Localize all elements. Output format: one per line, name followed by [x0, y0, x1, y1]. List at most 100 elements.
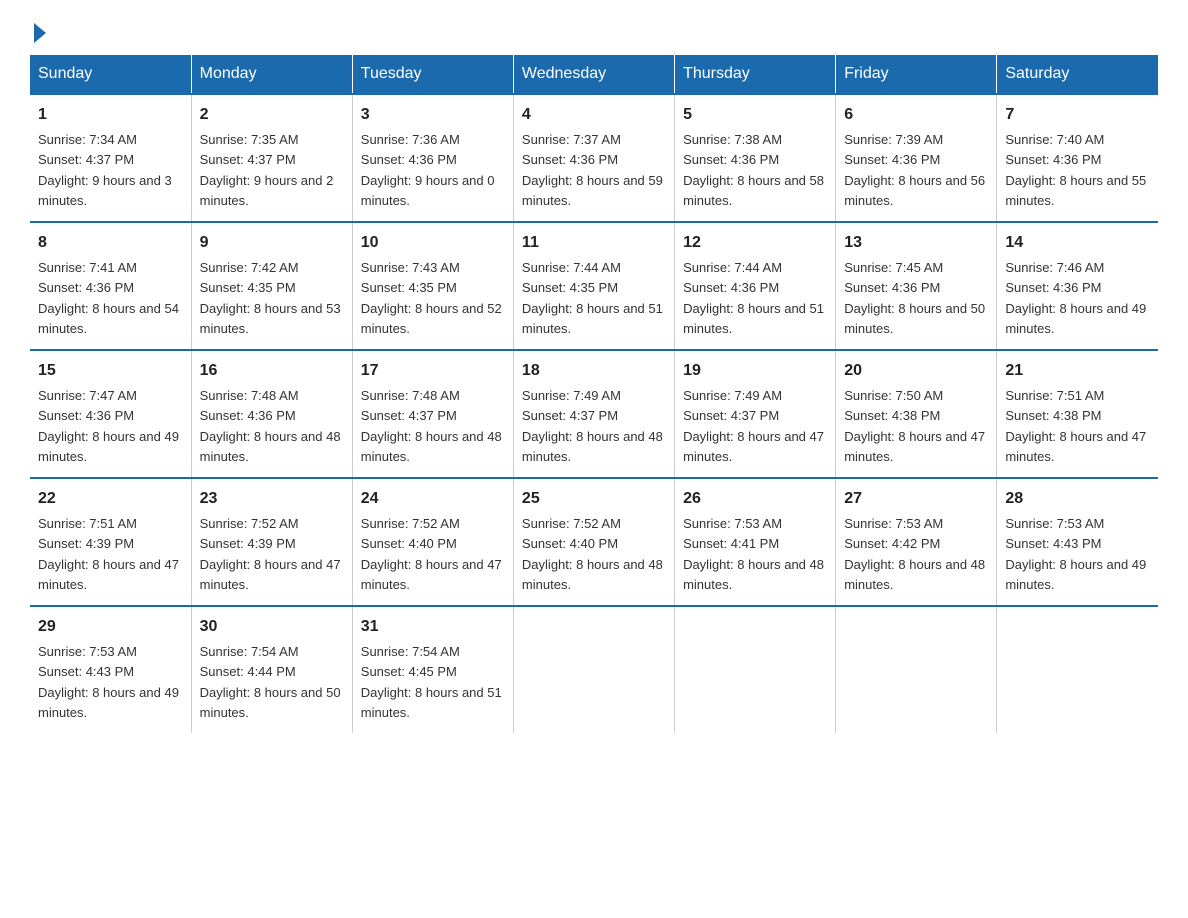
day-info: Sunrise: 7:35 AMSunset: 4:37 PMDaylight:…: [200, 132, 334, 208]
day-number: 2: [200, 103, 344, 127]
day-number: 17: [361, 359, 505, 383]
calendar-week-row: 8 Sunrise: 7:41 AMSunset: 4:36 PMDayligh…: [30, 222, 1158, 350]
day-number: 22: [38, 487, 183, 511]
day-info: Sunrise: 7:50 AMSunset: 4:38 PMDaylight:…: [844, 388, 985, 464]
calendar-cell: 10 Sunrise: 7:43 AMSunset: 4:35 PMDaylig…: [352, 222, 513, 350]
day-info: Sunrise: 7:53 AMSunset: 4:42 PMDaylight:…: [844, 516, 985, 592]
calendar-cell: 29 Sunrise: 7:53 AMSunset: 4:43 PMDaylig…: [30, 606, 191, 733]
day-info: Sunrise: 7:46 AMSunset: 4:36 PMDaylight:…: [1005, 260, 1146, 336]
calendar-cell: 22 Sunrise: 7:51 AMSunset: 4:39 PMDaylig…: [30, 478, 191, 606]
day-info: Sunrise: 7:52 AMSunset: 4:40 PMDaylight:…: [361, 516, 502, 592]
day-info: Sunrise: 7:44 AMSunset: 4:35 PMDaylight:…: [522, 260, 663, 336]
calendar-header-friday: Friday: [836, 55, 997, 94]
calendar-cell: 25 Sunrise: 7:52 AMSunset: 4:40 PMDaylig…: [513, 478, 674, 606]
calendar-header-tuesday: Tuesday: [352, 55, 513, 94]
day-number: 6: [844, 103, 988, 127]
day-info: Sunrise: 7:49 AMSunset: 4:37 PMDaylight:…: [522, 388, 663, 464]
calendar-week-row: 29 Sunrise: 7:53 AMSunset: 4:43 PMDaylig…: [30, 606, 1158, 733]
day-info: Sunrise: 7:52 AMSunset: 4:40 PMDaylight:…: [522, 516, 663, 592]
day-number: 25: [522, 487, 666, 511]
calendar-cell: 20 Sunrise: 7:50 AMSunset: 4:38 PMDaylig…: [836, 350, 997, 478]
day-info: Sunrise: 7:39 AMSunset: 4:36 PMDaylight:…: [844, 132, 985, 208]
calendar-cell: 26 Sunrise: 7:53 AMSunset: 4:41 PMDaylig…: [675, 478, 836, 606]
day-number: 16: [200, 359, 344, 383]
day-info: Sunrise: 7:52 AMSunset: 4:39 PMDaylight:…: [200, 516, 341, 592]
calendar-cell: 7 Sunrise: 7:40 AMSunset: 4:36 PMDayligh…: [997, 94, 1158, 222]
day-number: 27: [844, 487, 988, 511]
calendar-cell: 14 Sunrise: 7:46 AMSunset: 4:36 PMDaylig…: [997, 222, 1158, 350]
calendar-cell: [836, 606, 997, 733]
day-number: 19: [683, 359, 827, 383]
day-number: 18: [522, 359, 666, 383]
day-number: 8: [38, 231, 183, 255]
logo: [30, 20, 46, 45]
calendar-cell: 16 Sunrise: 7:48 AMSunset: 4:36 PMDaylig…: [191, 350, 352, 478]
calendar-header-wednesday: Wednesday: [513, 55, 674, 94]
day-info: Sunrise: 7:40 AMSunset: 4:36 PMDaylight:…: [1005, 132, 1146, 208]
calendar-cell: 19 Sunrise: 7:49 AMSunset: 4:37 PMDaylig…: [675, 350, 836, 478]
day-info: Sunrise: 7:38 AMSunset: 4:36 PMDaylight:…: [683, 132, 824, 208]
day-number: 12: [683, 231, 827, 255]
page-header: [30, 20, 1158, 45]
day-info: Sunrise: 7:42 AMSunset: 4:35 PMDaylight:…: [200, 260, 341, 336]
day-number: 13: [844, 231, 988, 255]
day-number: 14: [1005, 231, 1150, 255]
day-info: Sunrise: 7:51 AMSunset: 4:39 PMDaylight:…: [38, 516, 179, 592]
day-number: 24: [361, 487, 505, 511]
calendar-cell: 3 Sunrise: 7:36 AMSunset: 4:36 PMDayligh…: [352, 94, 513, 222]
day-number: 26: [683, 487, 827, 511]
day-info: Sunrise: 7:37 AMSunset: 4:36 PMDaylight:…: [522, 132, 663, 208]
calendar-week-row: 15 Sunrise: 7:47 AMSunset: 4:36 PMDaylig…: [30, 350, 1158, 478]
calendar-cell: 1 Sunrise: 7:34 AMSunset: 4:37 PMDayligh…: [30, 94, 191, 222]
day-number: 23: [200, 487, 344, 511]
day-info: Sunrise: 7:48 AMSunset: 4:36 PMDaylight:…: [200, 388, 341, 464]
calendar-week-row: 1 Sunrise: 7:34 AMSunset: 4:37 PMDayligh…: [30, 94, 1158, 222]
day-info: Sunrise: 7:41 AMSunset: 4:36 PMDaylight:…: [38, 260, 179, 336]
calendar-cell: 24 Sunrise: 7:52 AMSunset: 4:40 PMDaylig…: [352, 478, 513, 606]
day-number: 28: [1005, 487, 1150, 511]
calendar-cell: 6 Sunrise: 7:39 AMSunset: 4:36 PMDayligh…: [836, 94, 997, 222]
day-number: 20: [844, 359, 988, 383]
day-number: 9: [200, 231, 344, 255]
calendar-header-monday: Monday: [191, 55, 352, 94]
calendar-cell: 12 Sunrise: 7:44 AMSunset: 4:36 PMDaylig…: [675, 222, 836, 350]
day-number: 21: [1005, 359, 1150, 383]
day-info: Sunrise: 7:54 AMSunset: 4:44 PMDaylight:…: [200, 644, 341, 720]
calendar-cell: 2 Sunrise: 7:35 AMSunset: 4:37 PMDayligh…: [191, 94, 352, 222]
day-number: 30: [200, 615, 344, 639]
day-info: Sunrise: 7:53 AMSunset: 4:43 PMDaylight:…: [38, 644, 179, 720]
calendar-cell: 21 Sunrise: 7:51 AMSunset: 4:38 PMDaylig…: [997, 350, 1158, 478]
calendar-header-saturday: Saturday: [997, 55, 1158, 94]
calendar-cell: 8 Sunrise: 7:41 AMSunset: 4:36 PMDayligh…: [30, 222, 191, 350]
calendar-cell: 11 Sunrise: 7:44 AMSunset: 4:35 PMDaylig…: [513, 222, 674, 350]
calendar-header-sunday: Sunday: [30, 55, 191, 94]
day-number: 11: [522, 231, 666, 255]
day-number: 4: [522, 103, 666, 127]
day-number: 5: [683, 103, 827, 127]
calendar-cell: 13 Sunrise: 7:45 AMSunset: 4:36 PMDaylig…: [836, 222, 997, 350]
day-number: 31: [361, 615, 505, 639]
calendar-cell: 15 Sunrise: 7:47 AMSunset: 4:36 PMDaylig…: [30, 350, 191, 478]
calendar-header-row: SundayMondayTuesdayWednesdayThursdayFrid…: [30, 55, 1158, 94]
logo-arrow-icon: [34, 23, 46, 43]
calendar-cell: 4 Sunrise: 7:37 AMSunset: 4:36 PMDayligh…: [513, 94, 674, 222]
day-info: Sunrise: 7:54 AMSunset: 4:45 PMDaylight:…: [361, 644, 502, 720]
day-info: Sunrise: 7:44 AMSunset: 4:36 PMDaylight:…: [683, 260, 824, 336]
calendar-cell: 23 Sunrise: 7:52 AMSunset: 4:39 PMDaylig…: [191, 478, 352, 606]
day-info: Sunrise: 7:34 AMSunset: 4:37 PMDaylight:…: [38, 132, 172, 208]
calendar-cell: [675, 606, 836, 733]
day-number: 1: [38, 103, 183, 127]
day-number: 10: [361, 231, 505, 255]
day-info: Sunrise: 7:45 AMSunset: 4:36 PMDaylight:…: [844, 260, 985, 336]
day-info: Sunrise: 7:48 AMSunset: 4:37 PMDaylight:…: [361, 388, 502, 464]
day-number: 7: [1005, 103, 1150, 127]
calendar-cell: [513, 606, 674, 733]
calendar-week-row: 22 Sunrise: 7:51 AMSunset: 4:39 PMDaylig…: [30, 478, 1158, 606]
calendar-cell: 18 Sunrise: 7:49 AMSunset: 4:37 PMDaylig…: [513, 350, 674, 478]
calendar-table: SundayMondayTuesdayWednesdayThursdayFrid…: [30, 55, 1158, 733]
day-info: Sunrise: 7:36 AMSunset: 4:36 PMDaylight:…: [361, 132, 495, 208]
day-info: Sunrise: 7:51 AMSunset: 4:38 PMDaylight:…: [1005, 388, 1146, 464]
day-info: Sunrise: 7:47 AMSunset: 4:36 PMDaylight:…: [38, 388, 179, 464]
calendar-cell: 28 Sunrise: 7:53 AMSunset: 4:43 PMDaylig…: [997, 478, 1158, 606]
day-info: Sunrise: 7:53 AMSunset: 4:41 PMDaylight:…: [683, 516, 824, 592]
